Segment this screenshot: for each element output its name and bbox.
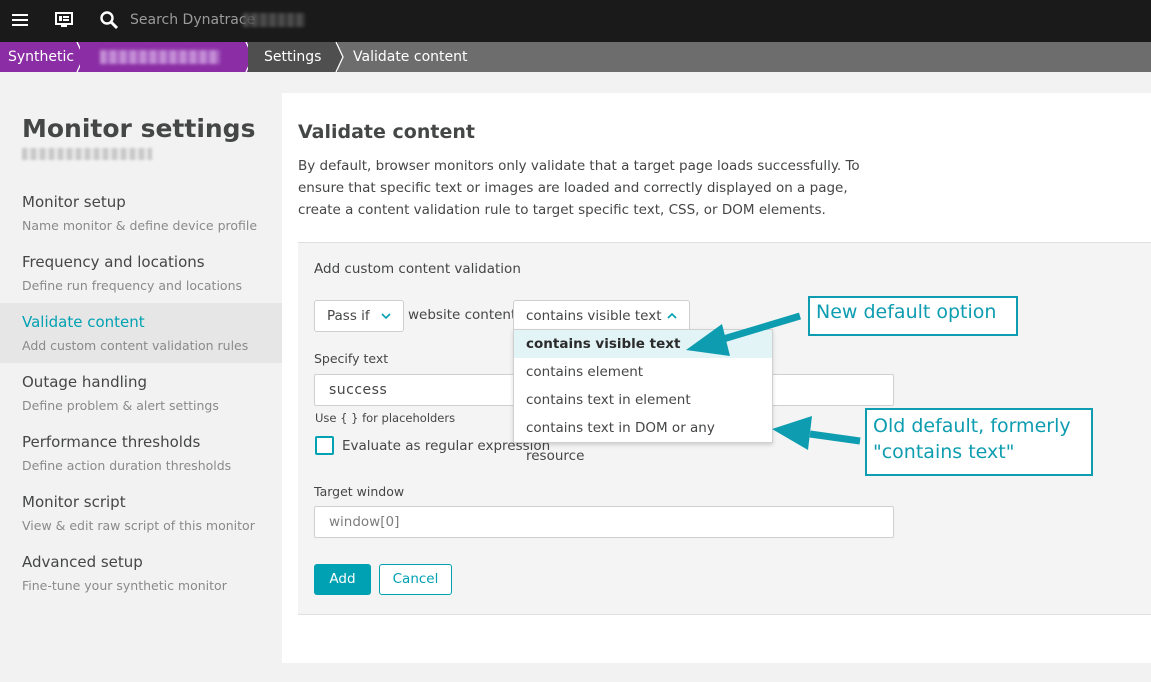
- breadcrumb: Synthetic Settings Validate content: [0, 42, 1151, 72]
- breadcrumb-synthetic[interactable]: Synthetic: [0, 42, 80, 72]
- sidebar-item-label: Frequency and locations: [22, 253, 205, 271]
- blurred-environment-name: [243, 13, 305, 27]
- top-bar: Search Dynatrace: [0, 0, 1151, 42]
- pass-condition-value: Pass if: [327, 308, 370, 324]
- content-rule-dropdown: contains visible text contains element c…: [513, 329, 773, 464]
- annotation-old-default-line2: "contains text": [873, 441, 1015, 463]
- breadcrumb-settings[interactable]: Settings: [248, 42, 338, 72]
- dropdown-option-visible-text[interactable]: contains visible text: [514, 330, 772, 358]
- sidebar-item-label: Validate content: [22, 313, 145, 331]
- blurred-monitor-name: [100, 50, 220, 64]
- settings-sidebar: Monitor settings Monitor setup Name moni…: [0, 72, 282, 682]
- sidebar-item-label: Performance thresholds: [22, 433, 201, 451]
- blurred-monitor-subtitle: [22, 148, 152, 160]
- dropdown-option-text-in-dom[interactable]: contains text in DOM or any resource: [514, 414, 772, 464]
- sidebar-item-desc: Add custom content validation rules: [22, 338, 249, 353]
- target-window-label: Target window: [314, 484, 405, 499]
- page-title: Monitor settings: [22, 114, 256, 143]
- sidebar-item-label: Monitor script: [22, 493, 126, 511]
- breadcrumb-validate-content: Validate content: [353, 49, 468, 65]
- sidebar-item-desc: Define run frequency and locations: [22, 278, 243, 293]
- placeholder-hint: Use { } for placeholders: [315, 411, 456, 425]
- chevron-down-icon: [381, 302, 391, 341]
- annotation-old-default: Old default, formerly "contains text": [865, 408, 1093, 476]
- sidebar-item-validate-content[interactable]: Validate content Add custom content vali…: [0, 303, 282, 363]
- annotation-new-default: New default option: [808, 296, 1018, 336]
- sidebar-item-label: Advanced setup: [22, 553, 143, 571]
- website-content-label: website content: [408, 307, 517, 323]
- sidebar-item-performance-thresholds[interactable]: Performance thresholds Define action dur…: [0, 423, 282, 483]
- add-button[interactable]: Add: [314, 564, 371, 595]
- sidebar-item-label: Monitor setup: [22, 193, 126, 211]
- regex-checkbox[interactable]: [315, 436, 334, 455]
- dashboard-icon[interactable]: [55, 12, 73, 28]
- annotation-old-default-line1: Old default, formerly: [873, 415, 1071, 437]
- menu-icon[interactable]: [12, 12, 28, 28]
- specify-text-label: Specify text: [314, 351, 389, 366]
- sidebar-item-desc: View & edit raw script of this monitor: [22, 518, 255, 533]
- sidebar-item-frequency[interactable]: Frequency and locations Define run frequ…: [0, 243, 282, 303]
- target-window-input[interactable]: window[0]: [314, 506, 894, 538]
- sidebar-item-desc: Define problem & alert settings: [22, 398, 219, 413]
- sidebar-item-desc: Fine-tune your synthetic monitor: [22, 578, 227, 593]
- sidebar-item-label: Outage handling: [22, 373, 147, 391]
- main-panel: Validate content By default, browser mon…: [282, 93, 1151, 663]
- section-description: By default, browser monitors only valida…: [298, 158, 860, 218]
- content-rule-value: contains visible text: [526, 308, 662, 324]
- sidebar-item-desc: Define action duration thresholds: [22, 458, 232, 473]
- search-input[interactable]: Search Dynatrace: [130, 12, 255, 28]
- search-icon[interactable]: [99, 10, 119, 30]
- dropdown-option-text-in-element[interactable]: contains text in element: [514, 386, 772, 414]
- sidebar-item-advanced-setup[interactable]: Advanced setup Fine-tune your synthetic …: [0, 543, 282, 603]
- sidebar-item-monitor-script[interactable]: Monitor script View & edit raw script of…: [0, 483, 282, 543]
- section-title: Validate content: [298, 121, 475, 143]
- sidebar-item-outage-handling[interactable]: Outage handling Define problem & alert s…: [0, 363, 282, 423]
- breadcrumb-monitor[interactable]: [80, 42, 248, 72]
- dropdown-option-element[interactable]: contains element: [514, 358, 772, 386]
- cancel-button[interactable]: Cancel: [379, 564, 452, 595]
- sidebar-item-desc: Name monitor & define device profile: [22, 218, 258, 233]
- sidebar-item-monitor-setup[interactable]: Monitor setup Name monitor & define devi…: [0, 183, 282, 243]
- pass-condition-select[interactable]: Pass if: [314, 300, 404, 332]
- content-rule-select[interactable]: contains visible text: [513, 300, 690, 332]
- card-heading: Add custom content validation: [314, 261, 521, 277]
